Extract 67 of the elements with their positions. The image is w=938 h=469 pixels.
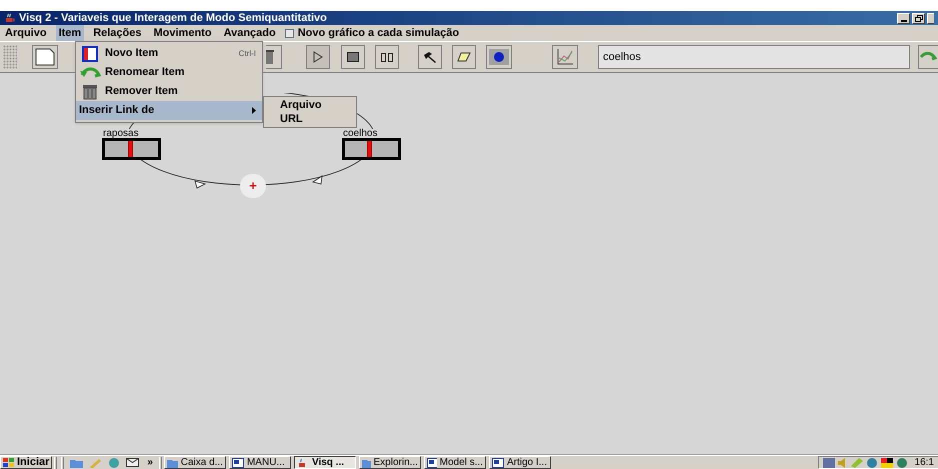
play-button[interactable] <box>306 45 330 69</box>
menu-item[interactable]: Inserir Link de <box>76 101 262 120</box>
undo-button[interactable] <box>918 45 938 69</box>
node-label: coelhos <box>343 129 378 139</box>
menu-item[interactable]: Movimento <box>150 24 215 42</box>
new-button[interactable] <box>32 45 58 69</box>
envelope-icon[interactable] <box>126 458 140 467</box>
cup-icon <box>4 12 15 24</box>
submenu-arrow-icon <box>252 107 256 114</box>
menu-item[interactable]: Arquivo <box>2 24 50 42</box>
chart-button[interactable] <box>552 45 578 69</box>
item-name-field[interactable]: coelhos <box>598 45 910 69</box>
folder-icon <box>166 458 178 468</box>
more-button[interactable]: » <box>147 456 153 469</box>
restore-button[interactable] <box>912 12 925 24</box>
window-title: Visq 2 - Variaveis que Interagem de Modo Semiquantitativo <box>19 10 327 26</box>
taskbar-button[interactable]: Explorin... <box>358 456 421 469</box>
toolbar-grip[interactable] <box>3 45 17 69</box>
menu-item[interactable]: Remover Item <box>76 82 262 101</box>
relation-node: + <box>240 174 266 198</box>
hammer-icon <box>423 51 437 63</box>
pause-icon <box>381 52 393 62</box>
clock: 16:1 <box>914 456 934 469</box>
menu-item[interactable]: Arquivo <box>264 98 356 112</box>
menu-item[interactable]: Renomear Item <box>76 63 262 82</box>
stop-button[interactable] <box>341 45 365 69</box>
menu-item[interactable]: Relações <box>90 24 144 42</box>
taskbar-button[interactable]: Model s... <box>424 456 486 469</box>
eraser-button[interactable] <box>452 45 476 69</box>
flag-icon[interactable] <box>880 458 893 468</box>
delete-button[interactable] <box>266 45 282 69</box>
taskbar-button[interactable]: Artigo I... <box>488 456 551 469</box>
taskbar-button[interactable]: Caixa d... <box>164 456 226 469</box>
variable-node[interactable] <box>102 138 161 160</box>
menu-item[interactable]: Avançado <box>220 24 279 42</box>
tray-app-icon[interactable] <box>822 458 835 468</box>
close-button[interactable] <box>927 12 934 24</box>
level-marker[interactable] <box>128 141 134 157</box>
minimize-icon <box>900 20 906 22</box>
chart-icon <box>556 48 574 66</box>
curved-arrow-icon <box>79 66 101 80</box>
taskbar-button[interactable]: MANU... <box>228 456 291 469</box>
checkbox-label: Novo gráfico a cada simulação <box>298 26 460 41</box>
restore-icon <box>914 14 922 22</box>
trash-icon <box>82 84 98 100</box>
item-icon <box>82 46 98 62</box>
stop-icon <box>347 52 359 62</box>
node-label: raposas <box>103 129 139 139</box>
color-button[interactable] <box>486 45 512 69</box>
windows-logo-icon <box>3 458 15 468</box>
blank-page-icon <box>35 48 55 66</box>
level-marker[interactable] <box>366 141 372 157</box>
menu-item[interactable]: Novo Item Ctrl-I <box>76 44 262 63</box>
play-icon <box>313 51 323 63</box>
pause-button[interactable] <box>375 45 399 69</box>
menu-item[interactable]: Item <box>56 24 84 42</box>
variable-node[interactable] <box>342 138 401 160</box>
taskbar-button[interactable]: Visq ... <box>294 456 356 469</box>
hammer-button[interactable] <box>418 45 442 69</box>
minimize-button[interactable] <box>897 12 910 24</box>
menu-item[interactable]: URL <box>264 112 356 126</box>
trash-icon <box>266 49 274 65</box>
eraser-icon <box>457 52 471 62</box>
start-button[interactable]: Iniciar <box>0 456 52 469</box>
folder-icon <box>362 458 370 468</box>
checkbox[interactable] <box>284 28 294 38</box>
dot-icon <box>494 52 504 62</box>
